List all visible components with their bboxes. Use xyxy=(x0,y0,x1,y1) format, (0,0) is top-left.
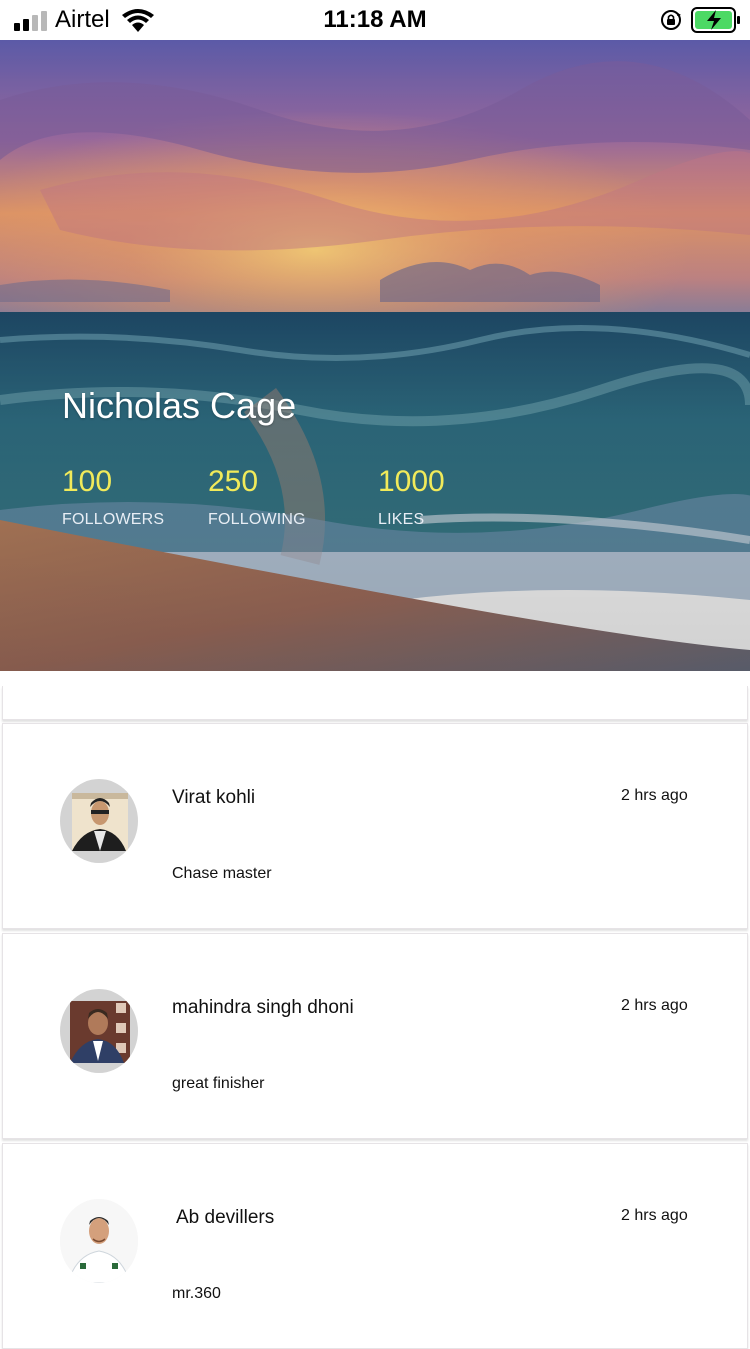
cover-image xyxy=(0,40,750,671)
stat-value: 250 xyxy=(208,465,259,498)
profile-cover: Nicholas Cage 100 FOLLOWERS 250 FOLLOWIN… xyxy=(0,40,750,671)
battery-charging-icon xyxy=(691,7,740,33)
item-author[interactable]: Virat kohli xyxy=(172,787,255,809)
item-timestamp: 2 hrs ago xyxy=(621,997,688,1014)
stat-likes[interactable]: 1000 LIKES xyxy=(378,465,445,529)
feed-item[interactable]: Virat kohli 2 hrs ago Chase master xyxy=(2,723,748,929)
stat-label: LIKES xyxy=(378,511,425,528)
stat-label: FOLLOWING xyxy=(208,511,306,528)
item-timestamp: 2 hrs ago xyxy=(621,787,688,804)
avatar[interactable] xyxy=(60,779,138,863)
feed-card-partial xyxy=(2,686,748,720)
stat-value: 1000 xyxy=(378,465,445,498)
feed-item[interactable]: Ab devillers 2 hrs ago mr.360 xyxy=(2,1143,748,1349)
feed-item[interactable]: mahindra singh dhoni 2 hrs ago great fin… xyxy=(2,933,748,1139)
status-bar: Airtel 11:18 AM xyxy=(0,0,750,40)
item-text: Chase master xyxy=(172,865,272,882)
stat-following[interactable]: 250 FOLLOWING xyxy=(208,465,306,529)
item-timestamp: 2 hrs ago xyxy=(621,1207,688,1224)
stat-value: 100 xyxy=(62,465,113,498)
item-author[interactable]: mahindra singh dhoni xyxy=(172,997,354,1019)
item-text: mr.360 xyxy=(172,1285,221,1302)
item-text: great finisher xyxy=(172,1075,265,1092)
profile-name: Nicholas Cage xyxy=(62,385,297,426)
stat-followers[interactable]: 100 FOLLOWERS xyxy=(62,465,164,529)
avatar[interactable] xyxy=(60,1199,138,1283)
avatar[interactable] xyxy=(60,989,138,1073)
rotation-lock-icon xyxy=(661,10,681,30)
status-time: 11:18 AM xyxy=(323,6,427,33)
stat-label: FOLLOWERS xyxy=(62,511,165,528)
item-author[interactable]: Ab devillers xyxy=(176,1207,274,1229)
